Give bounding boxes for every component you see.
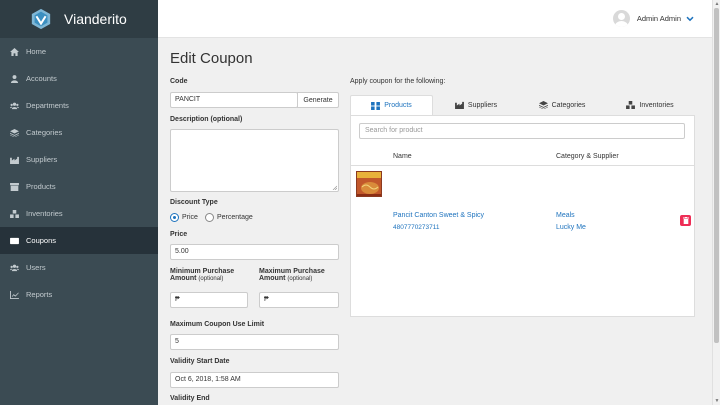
tab-label: Suppliers <box>467 101 498 109</box>
validity-end-label: Validity End <box>170 395 210 402</box>
tab-label: Inventories <box>639 101 674 109</box>
price-radio-label: Price <box>182 214 198 221</box>
sidebar-item-accounts[interactable]: Accounts <box>0 65 158 92</box>
layers-icon <box>538 101 548 109</box>
code-input[interactable]: PANCIT <box>170 92 298 108</box>
sidebar-item-label: Home <box>26 47 47 56</box>
generate-button[interactable]: Generate <box>297 92 339 108</box>
sidebar-item-label: Coupons <box>26 236 57 245</box>
resize-handle-icon[interactable] <box>332 185 337 190</box>
industry-icon <box>454 101 464 109</box>
sidebar-item-users[interactable]: Users <box>0 254 158 281</box>
page-title: Edit Coupon <box>170 50 253 67</box>
sidebar-item-products[interactable]: Products <box>0 173 158 200</box>
product-code: 4807770273711 <box>393 224 440 231</box>
tab-inventories[interactable]: Inventories <box>605 95 695 115</box>
products-icon <box>371 101 381 110</box>
trash-icon <box>682 217 689 224</box>
percentage-radio-label: Percentage <box>216 214 253 221</box>
apply-tabs: Products Suppliers Categories Inventorie… <box>350 95 695 115</box>
scroll-down-icon[interactable]: ▼ <box>714 398 720 404</box>
user-menu[interactable]: Admin Admin <box>612 10 694 27</box>
brand-name: Vianderito <box>64 11 127 27</box>
price-radio[interactable] <box>170 213 179 222</box>
tab-suppliers[interactable]: Suppliers <box>433 95 519 115</box>
product-search-input[interactable]: Search for product <box>359 123 685 139</box>
chevron-down-icon <box>686 16 694 21</box>
product-name-link[interactable]: Pancit Canton Sweet & Spicy <box>393 212 484 219</box>
min-purchase-input[interactable]: ₱ <box>170 292 248 308</box>
min-purchase-label: Minimum Purchase Amount (optional) <box>170 268 235 282</box>
validity-start-input[interactable]: Oct 6, 2018, 1:58 AM <box>170 372 339 388</box>
user-icon <box>10 74 19 83</box>
sidebar-item-inventories[interactable]: Inventories <box>0 200 158 227</box>
description-textarea[interactable] <box>170 129 339 192</box>
tab-products[interactable]: Products <box>350 95 433 115</box>
sidebar-item-label: Departments <box>26 101 69 110</box>
sidebar-item-suppliers[interactable]: Suppliers <box>0 146 158 173</box>
boxes-icon <box>10 209 19 218</box>
top-bar: Admin Admin <box>158 0 712 38</box>
user-name: Admin Admin <box>636 14 681 23</box>
code-label: Code <box>170 78 188 85</box>
product-category-link[interactable]: Meals <box>556 212 575 219</box>
column-header-category-supplier: Category & Supplier <box>556 153 619 160</box>
sidebar-item-label: Users <box>26 263 46 272</box>
avatar <box>612 10 630 27</box>
max-use-label: Maximum Coupon Use Limit <box>170 321 265 328</box>
sidebar-item-label: Reports <box>26 290 53 299</box>
product-supplier-link[interactable]: Lucky Me <box>556 224 586 231</box>
sidebar-item-departments[interactable]: Departments <box>0 92 158 119</box>
scroll-thumb[interactable] <box>714 8 719 343</box>
industry-icon <box>10 156 19 164</box>
scroll-up-icon[interactable]: ▲ <box>714 1 720 7</box>
users-icon <box>10 102 19 110</box>
sidebar-item-categories[interactable]: Categories <box>0 119 158 146</box>
sidebar-item-label: Products <box>26 182 56 191</box>
description-label: Description (optional) <box>170 116 243 123</box>
sidebar-item-label: Inventories <box>26 209 63 218</box>
tab-label: Products <box>384 102 412 109</box>
price-label: Price <box>170 231 188 238</box>
sidebar-nav: Home Accounts Departments Categories Sup… <box>0 38 158 308</box>
boxes-icon <box>626 101 636 109</box>
sidebar-item-home[interactable]: Home <box>0 38 158 65</box>
sidebar-item-label: Suppliers <box>26 155 58 164</box>
sidebar-item-coupons[interactable]: Coupons <box>0 227 158 254</box>
layers-icon <box>10 128 19 137</box>
price-input[interactable]: 5.00 <box>170 244 339 260</box>
percentage-radio[interactable] <box>204 213 214 222</box>
main-content: Edit Coupon Code PANCIT Generate Descrip… <box>158 38 712 405</box>
discount-type-radios: Price Percentage <box>170 213 253 222</box>
table-divider <box>351 165 694 166</box>
sidebar: Vianderito Home Accounts Departments Cat… <box>0 0 158 405</box>
discount-type-label: Discount Type <box>170 199 218 206</box>
archive-icon <box>10 182 19 191</box>
chart-icon <box>10 290 19 299</box>
product-thumbnail <box>356 171 382 197</box>
remove-product-button[interactable] <box>680 215 691 226</box>
sidebar-item-reports[interactable]: Reports <box>0 281 158 308</box>
ticket-icon <box>10 237 19 245</box>
max-purchase-input[interactable]: ₱ <box>259 292 339 308</box>
tab-label: Categories <box>551 101 586 109</box>
page-scrollbar[interactable]: ▲ ▼ <box>712 0 720 405</box>
apply-coupon-label: Apply coupon for the following: <box>350 78 446 85</box>
column-header-name: Name <box>393 153 412 160</box>
brand[interactable]: Vianderito <box>0 0 158 38</box>
max-purchase-label: Maximum Purchase Amount (optional) <box>259 268 325 282</box>
products-panel: Search for product Name Category & Suppl… <box>350 115 695 317</box>
max-use-input[interactable]: 5 <box>170 334 339 350</box>
logo-icon <box>31 8 51 30</box>
tab-categories[interactable]: Categories <box>519 95 605 115</box>
home-icon <box>10 47 19 56</box>
validity-start-label: Validity Start Date <box>170 358 230 365</box>
users-icon <box>10 264 19 272</box>
sidebar-item-label: Accounts <box>26 74 57 83</box>
sidebar-item-label: Categories <box>26 128 63 137</box>
